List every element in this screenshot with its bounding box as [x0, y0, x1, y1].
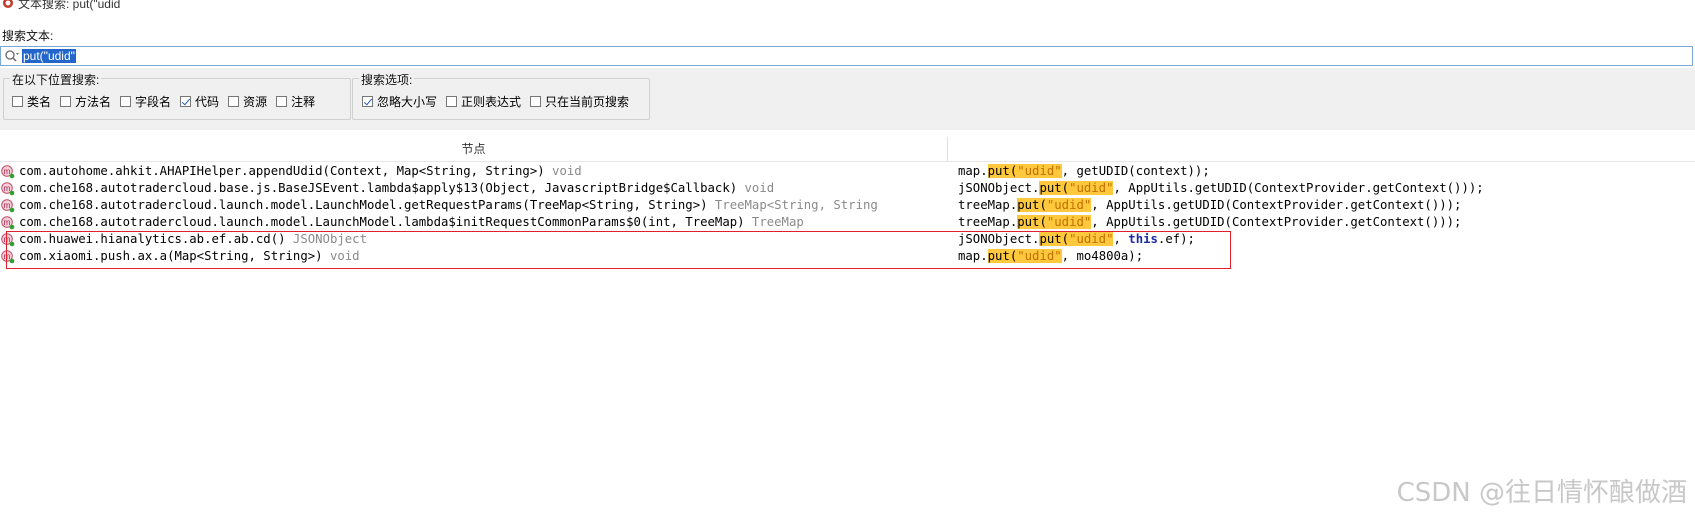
checkbox-box[interactable]: [228, 96, 240, 107]
checkbox-box[interactable]: [530, 96, 542, 107]
table-row[interactable]: m com.xiaomi.push.ax.a(Map<String, Strin…: [0, 248, 1695, 265]
search-options-group: 搜索选项: 忽略大小写 正则表达式 只在当前页搜索: [352, 71, 650, 120]
method-signature: com.che168.autotradercloud.launch.model.…: [19, 215, 804, 229]
checkbox-ignore-case[interactable]: 忽略大小写: [362, 93, 437, 110]
table-row[interactable]: m com.autohome.ahkit.AHAPIHelper.appendU…: [0, 163, 1695, 180]
method-signature: com.xiaomi.push.ax.a(Map<String, String>…: [19, 249, 360, 263]
method-signature: com.huawei.hianalytics.ab.ef.ab.cd() JSO…: [19, 232, 367, 246]
checkbox-current-page-only[interactable]: 只在当前页搜索: [530, 93, 629, 110]
svg-text:m: m: [4, 235, 11, 244]
method-icon: m: [1, 199, 15, 213]
method-signature: com.che168.autotradercloud.base.js.BaseJ…: [19, 181, 775, 195]
table-row[interactable]: m com.che168.autotradercloud.launch.mode…: [0, 214, 1695, 231]
svg-text:m: m: [4, 252, 11, 261]
checkbox-box[interactable]: [120, 96, 132, 107]
code-snippet: jSONObject.put("udid", AppUtils.getUDID(…: [958, 181, 1484, 195]
table-row[interactable]: m com.che168.autotradercloud.base.js.Bas…: [0, 180, 1695, 197]
app-icon: [3, 0, 13, 8]
code-snippet: map.put("udid", mo4800a);: [958, 249, 1144, 263]
table-row[interactable]: m com.che168.autotradercloud.launch.mode…: [0, 197, 1695, 214]
checkbox-box[interactable]: [12, 96, 23, 107]
checkbox-comments[interactable]: 注释: [276, 93, 315, 110]
match-highlight-string: "udid": [1046, 215, 1092, 229]
search-scope-legend: 在以下位置搜索:: [10, 71, 102, 88]
checkbox-field-name[interactable]: 字段名: [120, 93, 171, 110]
checkbox-code[interactable]: 代码: [180, 93, 219, 110]
results-list: m com.autohome.ahkit.AHAPIHelper.appendU…: [0, 163, 1695, 265]
column-header-node[interactable]: 节点: [0, 137, 948, 161]
checkbox-resources[interactable]: 资源: [228, 93, 267, 110]
match-highlight: put(: [1017, 215, 1047, 229]
method-icon: m: [1, 216, 15, 230]
checkbox-box[interactable]: [446, 96, 458, 107]
checkbox-method-name[interactable]: 方法名: [60, 93, 111, 110]
match-highlight: put(: [1017, 198, 1047, 212]
match-highlight-string: "udid": [1046, 198, 1092, 212]
search-text-label: 搜索文本:: [2, 29, 54, 43]
table-row[interactable]: m com.huawei.hianalytics.ab.ef.ab.cd() J…: [0, 231, 1695, 248]
search-options-panel: 在以下位置搜索: 类名 方法名 字段名 代码 资源 注释 搜索选项: 忽略大小写…: [0, 68, 1695, 130]
keyword-this: this: [1128, 232, 1158, 246]
method-icon: m: [1, 250, 15, 264]
results-table-header: 节点: [0, 137, 1695, 162]
match-highlight: put(: [1039, 232, 1070, 246]
code-snippet: treeMap.put("udid", AppUtils.getUDID(Con…: [958, 198, 1462, 212]
match-highlight-string: "udid": [1069, 232, 1114, 246]
match-highlight: put(: [987, 164, 1018, 178]
svg-text:m: m: [4, 201, 11, 210]
match-highlight: put(: [987, 249, 1018, 263]
search-input[interactable]: put("udid": [0, 46, 1693, 66]
match-highlight-string: "udid": [1017, 249, 1062, 263]
search-scope-group: 在以下位置搜索: 类名 方法名 字段名 代码 资源 注释: [3, 71, 351, 120]
code-snippet: treeMap.put("udid", AppUtils.getUDID(Con…: [958, 215, 1462, 229]
checkbox-class-name[interactable]: 类名: [12, 93, 51, 110]
svg-text:m: m: [4, 184, 11, 193]
method-icon: m: [1, 165, 15, 179]
search-input-value[interactable]: put("udid": [22, 49, 76, 63]
method-signature: com.che168.autotradercloud.launch.model.…: [19, 198, 878, 212]
code-snippet: jSONObject.put("udid", this.ef);: [958, 232, 1195, 246]
svg-text:m: m: [4, 167, 11, 176]
match-highlight: put(: [1039, 181, 1070, 195]
checkbox-box[interactable]: [60, 96, 72, 107]
checkbox-regex[interactable]: 正则表达式: [446, 93, 521, 110]
method-signature: com.autohome.ahkit.AHAPIHelper.appendUdi…: [19, 164, 582, 178]
window-title: 文本搜索: put("udid: [18, 0, 121, 11]
method-icon: m: [1, 233, 15, 247]
match-highlight-string: "udid": [1069, 181, 1114, 195]
method-icon: m: [1, 182, 15, 196]
window-title-bar: 文本搜索: put("udid: [0, 0, 121, 11]
search-icon: [5, 50, 19, 62]
search-options-legend: 搜索选项:: [359, 71, 415, 88]
checkbox-box-checked[interactable]: [180, 96, 192, 107]
watermark: CSDN @往日情怀酿做酒: [1396, 478, 1687, 508]
match-highlight-string: "udid": [1017, 164, 1062, 178]
checkbox-box-checked[interactable]: [362, 96, 373, 107]
code-snippet: map.put("udid", getUDID(context));: [958, 164, 1210, 178]
checkbox-box[interactable]: [276, 96, 288, 107]
svg-text:m: m: [4, 218, 11, 227]
